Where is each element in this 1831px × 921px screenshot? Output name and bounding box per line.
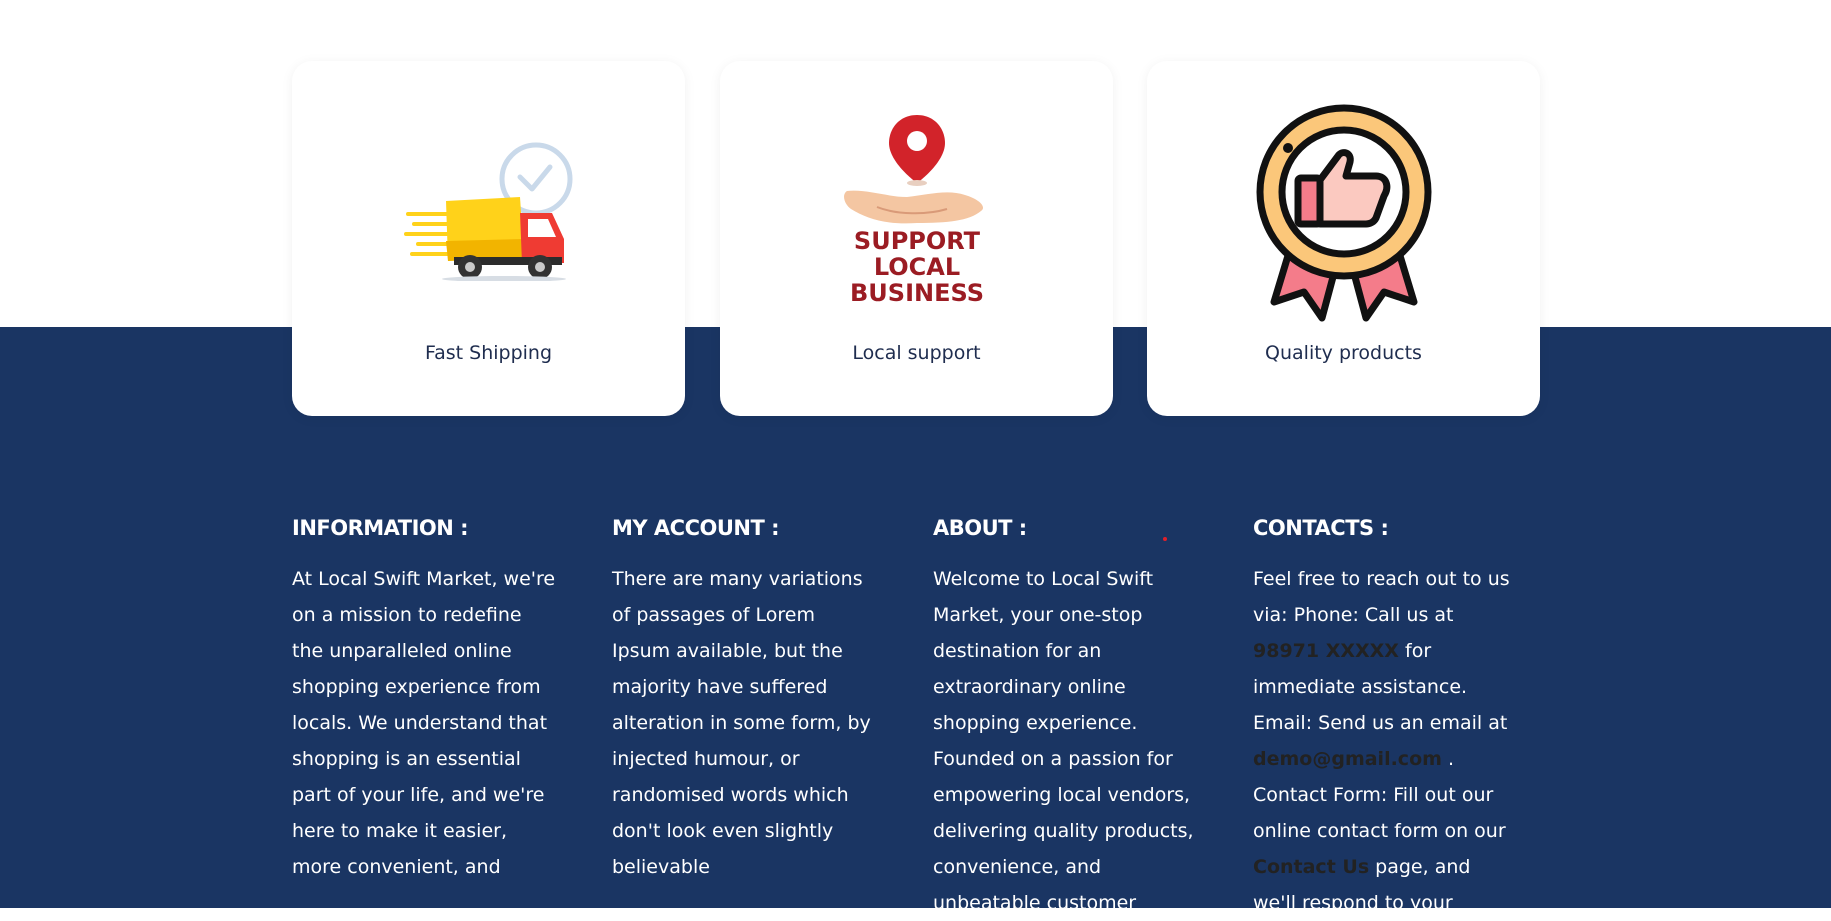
footer-column-contacts: CONTACTS : Feel free to reach out to us …	[1253, 515, 1518, 921]
feature-card-fast-shipping: Fast Shipping	[292, 61, 685, 416]
email-link[interactable]: demo@gmail.com	[1253, 748, 1442, 770]
support-art-line-3: BUSINESS	[850, 279, 984, 307]
footer-heading-my-account: MY ACCOUNT :	[612, 516, 780, 540]
footer-heading-about: ABOUT :	[933, 516, 1027, 540]
feature-card-quality-products: Quality products	[1147, 61, 1540, 416]
footer-text-my-account: There are many variations of passages of…	[612, 568, 871, 878]
footer-heading-information: INFORMATION :	[292, 516, 469, 540]
footer-text-contacts: Feel free to reach out to us via: Phone:…	[1253, 561, 1518, 921]
footer-text-about: Welcome to Local Swift Market, your one-…	[933, 568, 1194, 914]
footer-column-information: INFORMATION : At Local Swift Market, we'…	[292, 515, 557, 885]
footer-column-my-account: MY ACCOUNT : There are many variations o…	[612, 515, 877, 885]
support-local-business-icon: SUPPORT LOCAL BUSINESS	[843, 115, 984, 307]
footer-heading-contacts: CONTACTS :	[1253, 516, 1389, 540]
phone-link[interactable]: 98971 XXXXX	[1253, 640, 1399, 662]
support-art-line-1: SUPPORT	[853, 227, 980, 255]
support-art-line-2: LOCAL	[873, 253, 959, 281]
footer-column-about: ABOUT : Welcome to Local Swift Market, y…	[933, 515, 1198, 921]
footer-text-information: At Local Swift Market, we're on a missio…	[292, 568, 556, 878]
contact-us-link[interactable]: Contact Us	[1253, 856, 1369, 878]
feature-label-quality-products: Quality products	[1265, 342, 1422, 364]
feature-label-fast-shipping: Fast Shipping	[424, 342, 553, 364]
feature-card-local-support: SUPPORT LOCAL BUSINESS Local support	[720, 61, 1113, 416]
contacts-text-part-1: Feel free to reach out to us via: Phone:…	[1253, 568, 1510, 626]
feature-label-local-support: Local support	[852, 342, 981, 364]
quality-badge-icon	[1256, 104, 1431, 322]
delivery-truck-icon	[403, 142, 572, 281]
